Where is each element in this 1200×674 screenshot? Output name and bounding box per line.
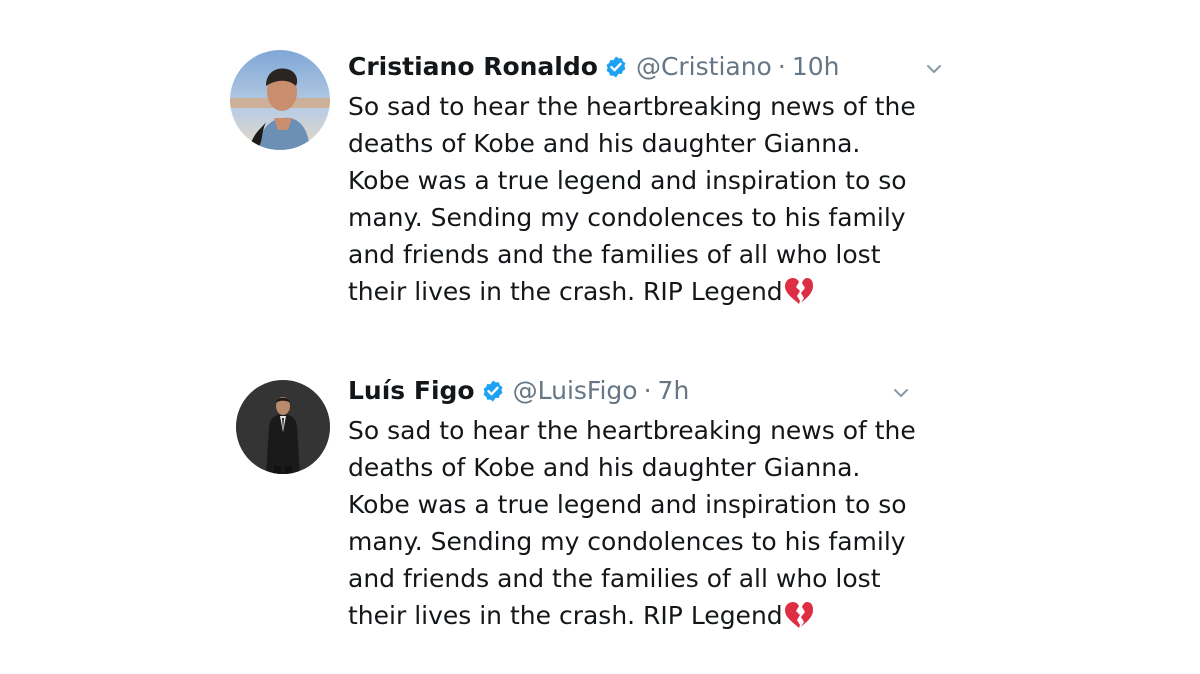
tweet-text-line: So sad to hear the heartbreaking news of… bbox=[348, 416, 916, 445]
verified-badge-icon bbox=[606, 56, 626, 78]
tweet-text-line: deaths of Kobe and his daughter Gianna. bbox=[348, 453, 861, 482]
timestamp[interactable]: 7h bbox=[658, 374, 690, 408]
tweet-text-line: their lives in the crash. RIP Legend bbox=[348, 601, 783, 630]
chevron-down-icon[interactable] bbox=[923, 58, 945, 80]
tweet-text-line: and friends and the families of all who … bbox=[348, 564, 881, 593]
tweet-header: Luís Figo @LuisFigo · 7h bbox=[348, 374, 948, 408]
tweet-text-line: deaths of Kobe and his daughter Gianna. bbox=[348, 129, 861, 158]
tweet-text-line: many. Sending my condolences to his fami… bbox=[348, 203, 906, 232]
avatar[interactable] bbox=[230, 50, 330, 150]
tweet-text-line-last: their lives in the crash. RIP Legend bbox=[348, 597, 948, 634]
broken-heart-icon bbox=[784, 602, 813, 628]
tweet-text-line: and friends and the families of all who … bbox=[348, 240, 881, 269]
display-name[interactable]: Luís Figo bbox=[348, 374, 475, 408]
avatar[interactable] bbox=[236, 380, 330, 474]
tweet-text-line: Kobe was a true legend and inspiration t… bbox=[348, 166, 907, 195]
tweet-text-line: So sad to hear the heartbreaking news of… bbox=[348, 92, 916, 121]
chevron-down-icon[interactable] bbox=[890, 382, 912, 404]
broken-heart-icon bbox=[784, 278, 813, 304]
separator: · bbox=[777, 52, 786, 81]
tweet-text: So sad to hear the heartbreaking news of… bbox=[348, 412, 948, 634]
verified-badge-icon bbox=[483, 380, 503, 402]
tweet-text-line: many. Sending my condolences to his fami… bbox=[348, 527, 906, 556]
tweet-text-line: Kobe was a true legend and inspiration t… bbox=[348, 490, 907, 519]
user-handle[interactable]: @Cristiano bbox=[636, 50, 772, 84]
timestamp[interactable]: 10h bbox=[792, 50, 840, 84]
tweet-text-line: their lives in the crash. RIP Legend bbox=[348, 277, 783, 306]
tweet-header: Cristiano Ronaldo @Cristiano · 10h bbox=[348, 50, 948, 84]
display-name[interactable]: Cristiano Ronaldo bbox=[348, 50, 598, 84]
tweet-text: So sad to hear the heartbreaking news of… bbox=[348, 88, 948, 310]
separator: · bbox=[643, 376, 652, 405]
user-handle[interactable]: @LuisFigo bbox=[513, 374, 638, 408]
tweet-text-line-last: their lives in the crash. RIP Legend bbox=[348, 273, 948, 310]
